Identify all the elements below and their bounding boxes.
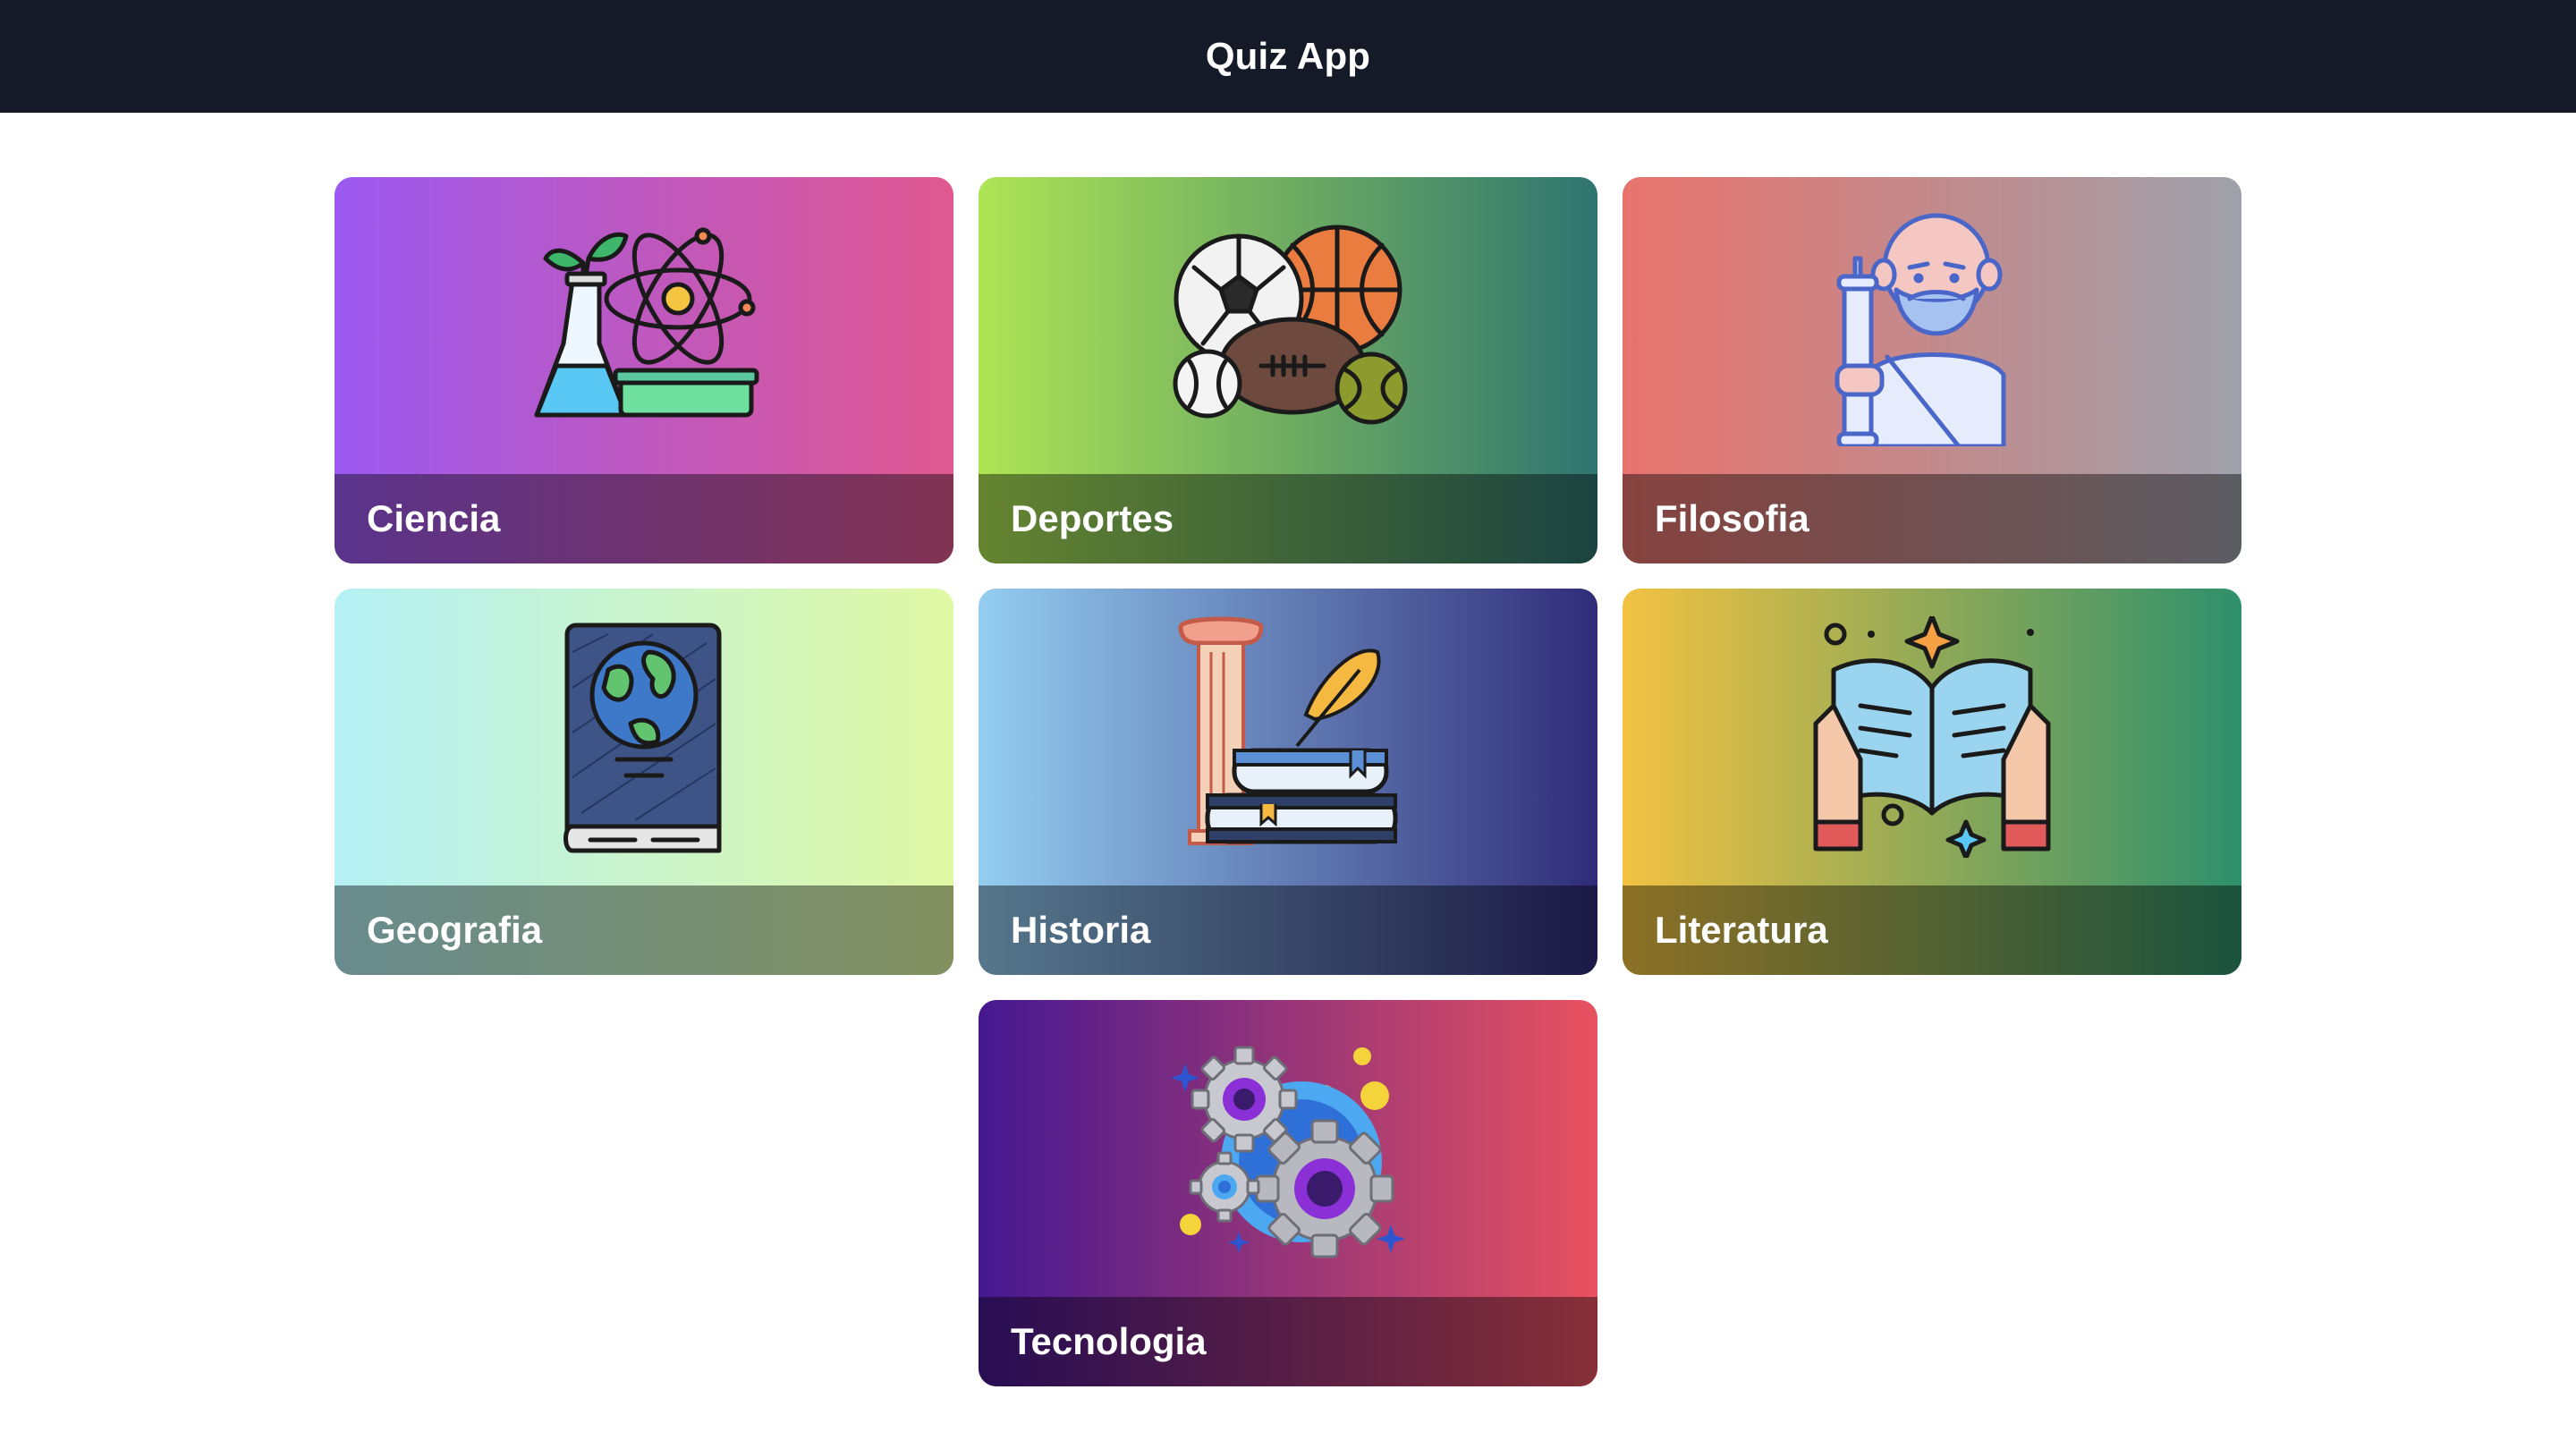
category-label: Historia — [1011, 909, 1151, 951]
open-book-icon — [1623, 589, 2241, 886]
sports-balls-icon — [979, 177, 1597, 474]
history-column-books-icon — [979, 589, 1597, 886]
app-header: Quiz App — [0, 0, 2576, 113]
category-card-ciencia[interactable]: Ciencia — [335, 177, 953, 564]
gears-icon — [979, 1000, 1597, 1297]
category-label: Geografia — [367, 909, 543, 951]
category-card-tecnologia[interactable]: Tecnologia — [979, 1000, 1597, 1386]
category-card-literatura[interactable]: Literatura — [1623, 589, 2241, 975]
category-label-bar: Tecnologia — [979, 1297, 1597, 1386]
category-card-deportes[interactable]: Deportes — [979, 177, 1597, 564]
science-icon — [335, 177, 953, 474]
category-card-filosofia[interactable]: Filosofia — [1623, 177, 2241, 564]
category-card-geografia[interactable]: Geografia — [335, 589, 953, 975]
category-label-bar: Geografia — [335, 886, 953, 975]
category-label-bar: Historia — [979, 886, 1597, 975]
category-label-bar: Filosofia — [1623, 474, 2241, 564]
category-label-bar: Deportes — [979, 474, 1597, 564]
category-label: Deportes — [1011, 497, 1174, 539]
app-title: Quiz App — [1205, 35, 1371, 77]
category-label-bar: Literatura — [1623, 886, 2241, 975]
philosopher-icon — [1623, 177, 2241, 474]
category-card-historia[interactable]: Historia — [979, 589, 1597, 975]
category-label: Tecnologia — [1011, 1320, 1207, 1362]
category-label: Filosofia — [1655, 497, 1809, 539]
globe-book-icon — [335, 589, 953, 886]
category-label: Ciencia — [367, 497, 501, 539]
category-label-bar: Ciencia — [335, 474, 953, 564]
category-label: Literatura — [1655, 909, 1828, 951]
